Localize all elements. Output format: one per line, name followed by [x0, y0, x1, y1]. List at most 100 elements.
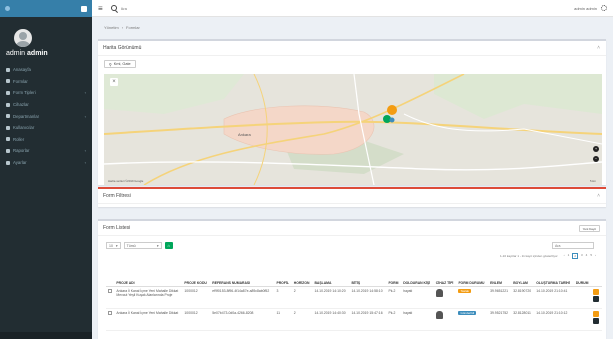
cell-actions: [591, 308, 602, 331]
collapse-icon[interactable]: ˄: [597, 45, 600, 51]
sidebar-item[interactable]: Form Tipleri ‹: [0, 87, 92, 99]
filter-box-header[interactable]: Form Filtresi ˄: [98, 189, 606, 204]
page-link[interactable]: 5: [590, 253, 592, 259]
column-header[interactable]: [591, 262, 602, 287]
menu-item-icon: [6, 137, 10, 142]
column-header[interactable]: OLUŞTURMA TARİHİ: [534, 262, 574, 287]
column-header[interactable]: HORİZON: [291, 262, 313, 287]
cell-lat: 39.9651221: [488, 286, 512, 309]
page-link[interactable]: 1: [568, 253, 570, 259]
map-view[interactable]: × Ankara + − Harita verileri ©2019 Googl…: [104, 74, 602, 185]
cell-project: Ankara İl Kanal İçme Yeni Mahalle Dikkat…: [114, 286, 183, 309]
edit-button[interactable]: [593, 310, 600, 317]
cell-created: 14.10.2019 21:10:12: [534, 308, 574, 331]
column-header[interactable]: PROJE KODU: [182, 262, 211, 287]
cell-form: Pk-2: [386, 286, 402, 309]
column-header[interactable]: DOLDURAN KİŞİ: [401, 262, 434, 287]
pagination: ‹ 1 2 3 4 5 ›: [564, 253, 596, 259]
sidebar-item[interactable]: Kullanıcılar: [0, 122, 92, 134]
sidebar-item-label: Formlar: [13, 78, 28, 84]
chevron-left-icon: ‹: [84, 90, 86, 96]
column-header[interactable]: DURUM: [573, 262, 592, 287]
table-search-input[interactable]: [552, 242, 594, 249]
page-link[interactable]: ‹: [564, 253, 565, 259]
search-input[interactable]: [120, 5, 201, 11]
chevron-left-icon: ‹: [84, 148, 86, 154]
cell-end: 14.10.2019 15:47:16: [349, 308, 387, 331]
row-checkbox[interactable]: [108, 288, 112, 293]
sidebar-item-label: Form Tipleri: [13, 90, 36, 96]
menu-item-icon: [6, 160, 10, 165]
kml-button[interactable]: ⚲ Kml, Gate: [104, 60, 136, 68]
status-filter-select[interactable]: Tümü ▾: [123, 242, 162, 249]
cell-device: [433, 286, 457, 309]
cell-ref: 5e07b473-0d0a-4266-8208: [210, 308, 275, 331]
column-header[interactable]: BİTİŞ: [349, 262, 387, 287]
sidebar-item-label: Cihazlar: [13, 102, 29, 108]
table-row[interactable]: Ankara İl Kanal İçme Yeni Mahalle Dikkat…: [106, 308, 602, 331]
column-header[interactable]: PROFİL: [274, 262, 292, 287]
page-link[interactable]: ›: [595, 253, 596, 259]
add-button[interactable]: Yeni Kayıt: [578, 225, 600, 232]
logo[interactable]: [5, 6, 13, 11]
user-panel: admin admin: [0, 17, 92, 61]
cell-horizon: 2: [291, 286, 313, 309]
breadcrumb-current: Formlar: [126, 24, 140, 30]
sidebar-item[interactable]: Roller: [0, 134, 92, 146]
chevron-left-icon: ‹: [84, 160, 86, 166]
chevron-down-icon: ▾: [115, 243, 118, 248]
edit-button[interactable]: [593, 288, 600, 295]
zoom-out-icon[interactable]: −: [593, 156, 599, 162]
view-button[interactable]: [593, 317, 600, 324]
page-link[interactable]: 3: [581, 253, 583, 259]
sidebar-item[interactable]: Anasayfa: [0, 64, 92, 76]
row-checkbox-cell[interactable]: [106, 286, 115, 309]
home-button[interactable]: ⌂: [164, 242, 173, 249]
cell-lat: 39.9521752: [488, 308, 512, 331]
topbar: ≡ admin admin: [92, 0, 613, 17]
sidebar: admin admin Anasayfa Formlar Form Tipleri ‹…: [0, 0, 92, 339]
table-row[interactable]: Ankara İl Kanal İçme Yeni Mahalle Dikkat…: [106, 286, 602, 309]
sidebar-item[interactable]: Departmanlar ‹: [0, 110, 92, 122]
list-box: Form Listesi Yeni Kayıt 10▾ Tümü▾ ⌂ 1-10…: [98, 219, 606, 339]
column-header[interactable]: CİHAZ TİPİ: [433, 262, 457, 287]
column-header[interactable]: ENLEM: [488, 262, 512, 287]
filter-box: Form Filtresi ˄: [98, 187, 606, 207]
map-drawing: [104, 74, 602, 185]
page-link[interactable]: 2: [572, 253, 578, 259]
column-header[interactable]: FORM: [386, 262, 402, 287]
column-header[interactable]: FORM DURUMU: [456, 262, 489, 287]
column-header[interactable]: REFERANS NUMARASI: [210, 262, 275, 287]
menu-item-icon: [6, 148, 10, 153]
status-badge: Gönderildi: [458, 310, 477, 315]
sidebar-item[interactable]: Ayarlar ‹: [0, 157, 92, 169]
column-header[interactable]: BAŞLAMA: [312, 262, 350, 287]
map-box: Harita Görünümü ˄ ⚲ Kml, Gate × Ankara +…: [98, 39, 606, 185]
page-link[interactable]: 4: [586, 253, 588, 259]
user-menu[interactable]: admin admin: [574, 5, 607, 11]
gear-icon[interactable]: [601, 5, 607, 11]
sidebar-item-label: Departmanlar: [13, 113, 40, 119]
breadcrumb-home[interactable]: Yönetim: [104, 25, 119, 30]
menu-toggle-icon[interactable]: ≡: [98, 4, 103, 13]
column-header[interactable]: PROJE ADI: [114, 262, 183, 287]
lock-icon[interactable]: [81, 5, 87, 12]
map-city-label: Ankara: [238, 132, 251, 137]
sidebar-item[interactable]: Raporlar ‹: [0, 145, 92, 157]
breadcrumb-separator: ›: [121, 24, 124, 30]
column-header[interactable]: BOYLAM: [511, 262, 535, 287]
sidebar-item-label: Roller: [13, 136, 25, 142]
row-checkbox[interactable]: [108, 310, 112, 315]
search-icon[interactable]: [110, 5, 117, 11]
view-button[interactable]: [593, 295, 600, 302]
cell-code: 1000012: [182, 286, 211, 309]
map-close-icon[interactable]: ×: [110, 78, 118, 86]
table-controls: 10 ▾ Tümü ▾ ⌂: [106, 242, 173, 249]
expand-icon[interactable]: ˄: [597, 193, 600, 199]
zoom-in-icon[interactable]: +: [593, 146, 599, 152]
page-size-select[interactable]: 10 ▾: [106, 242, 121, 249]
sidebar-item[interactable]: Formlar: [0, 76, 92, 88]
sidebar-item[interactable]: Cihazlar: [0, 99, 92, 111]
row-checkbox-cell[interactable]: [106, 308, 115, 331]
menu-item-icon: [6, 79, 10, 84]
